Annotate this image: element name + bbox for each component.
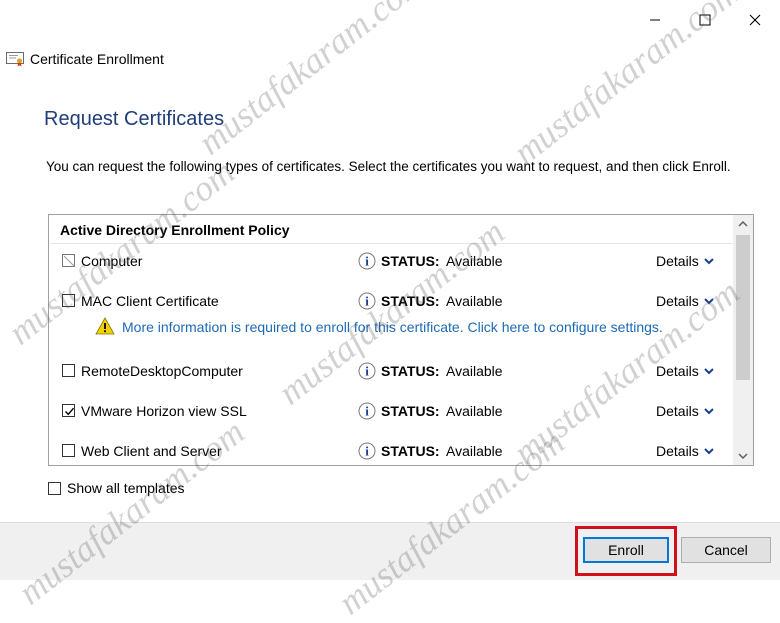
page-title: Request Certificates [44, 108, 225, 130]
info-icon: i [358, 362, 376, 380]
info-icon: i [358, 252, 376, 270]
status-value: Available [446, 443, 503, 459]
status-label: STATUS: [381, 293, 440, 309]
certificate-name: RemoteDesktopComputer [81, 363, 243, 379]
status-value: Available [446, 293, 503, 309]
disabled-check-icon [63, 255, 76, 268]
chevron-down-icon [704, 258, 714, 265]
warning-row: More information is required to enroll f… [49, 315, 733, 339]
details-label: Details [656, 403, 699, 419]
intro-text: You can request the following types of c… [46, 159, 731, 174]
checkmark-icon [65, 407, 75, 416]
warning-icon [95, 317, 115, 335]
scroll-up-button[interactable] [733, 215, 753, 233]
maximize-button[interactable] [680, 0, 730, 40]
minimize-icon [650, 19, 660, 21]
chevron-down-icon [704, 368, 714, 375]
certificate-row[interactable]: RemoteDesktopComputer i STATUS: Availabl… [49, 357, 733, 387]
scroll-down-button[interactable] [733, 447, 753, 465]
details-label: Details [656, 293, 699, 309]
certificate-name: MAC Client Certificate [81, 293, 219, 309]
details-toggle[interactable]: Details [656, 403, 714, 419]
info-icon: i [358, 402, 376, 420]
configure-settings-link[interactable]: More information is required to enroll f… [122, 319, 663, 335]
status-value: Available [446, 363, 503, 379]
certificate-checkbox-mac-client[interactable] [62, 294, 75, 307]
certificate-row[interactable]: VMware Horizon view SSL i STATUS: Availa… [49, 397, 733, 427]
status-label: STATUS: [381, 363, 440, 379]
svg-text:i: i [365, 364, 369, 379]
details-label: Details [656, 443, 699, 459]
app-title-row: Certificate Enrollment [6, 48, 164, 70]
cancel-button[interactable]: Cancel [681, 537, 771, 563]
close-icon [749, 14, 761, 26]
certificate-checkbox-vmware-horizon[interactable] [62, 404, 75, 417]
show-all-label: Show all templates [67, 480, 185, 496]
certificate-name: Web Client and Server [81, 443, 222, 459]
watermark: mustafakaram.com [190, 0, 432, 163]
certificate-row[interactable]: Computer i STATUS: Available Details [49, 247, 733, 277]
details-label: Details [656, 363, 699, 379]
info-icon: i [358, 292, 376, 310]
status-label: STATUS: [381, 443, 440, 459]
chevron-down-icon [704, 298, 714, 305]
certificate-row[interactable]: MAC Client Certificate i STATUS: Availab… [49, 287, 733, 317]
certificate-name: Computer [81, 253, 143, 269]
chevron-down-icon [738, 453, 748, 460]
svg-text:i: i [365, 254, 369, 269]
details-toggle[interactable]: Details [656, 253, 714, 269]
enroll-button[interactable]: Enroll [583, 537, 669, 563]
svg-text:i: i [365, 444, 369, 459]
status-value: Available [446, 253, 503, 269]
svg-text:i: i [365, 404, 369, 419]
status-label: STATUS: [381, 253, 440, 269]
list-scrollbar[interactable] [733, 215, 753, 465]
certificate-name: VMware Horizon view SSL [81, 403, 247, 419]
certificate-checkbox-remote-desktop[interactable] [62, 364, 75, 377]
certificate-row[interactable]: Web Client and Server i STATUS: Availabl… [49, 437, 733, 465]
chevron-up-icon [738, 220, 748, 227]
policy-group-title: Active Directory Enrollment Policy [60, 222, 290, 238]
svg-text:i: i [365, 294, 369, 309]
maximize-icon [699, 14, 711, 26]
details-toggle[interactable]: Details [656, 363, 714, 379]
certificate-checkbox-computer[interactable] [62, 254, 76, 268]
chevron-down-icon [704, 408, 714, 415]
status-label: STATUS: [381, 403, 440, 419]
show-all-checkbox[interactable] [48, 481, 61, 495]
show-all-templates[interactable]: Show all templates [48, 480, 185, 496]
certificate-icon [6, 52, 24, 67]
window-controls [630, 0, 780, 40]
certificate-list: Active Directory Enrollment Policy Compu… [48, 214, 754, 466]
details-toggle[interactable]: Details [656, 293, 714, 309]
details-label: Details [656, 253, 699, 269]
info-icon: i [358, 442, 376, 460]
chevron-down-icon [704, 448, 714, 455]
status-value: Available [446, 403, 503, 419]
details-toggle[interactable]: Details [656, 443, 714, 459]
app-title: Certificate Enrollment [30, 51, 164, 67]
scroll-thumb[interactable] [736, 235, 750, 380]
minimize-button[interactable] [630, 0, 680, 40]
certificate-checkbox-web-client[interactable] [62, 444, 75, 457]
close-button[interactable] [730, 0, 780, 40]
policy-group-header: Active Directory Enrollment Policy [50, 216, 732, 244]
